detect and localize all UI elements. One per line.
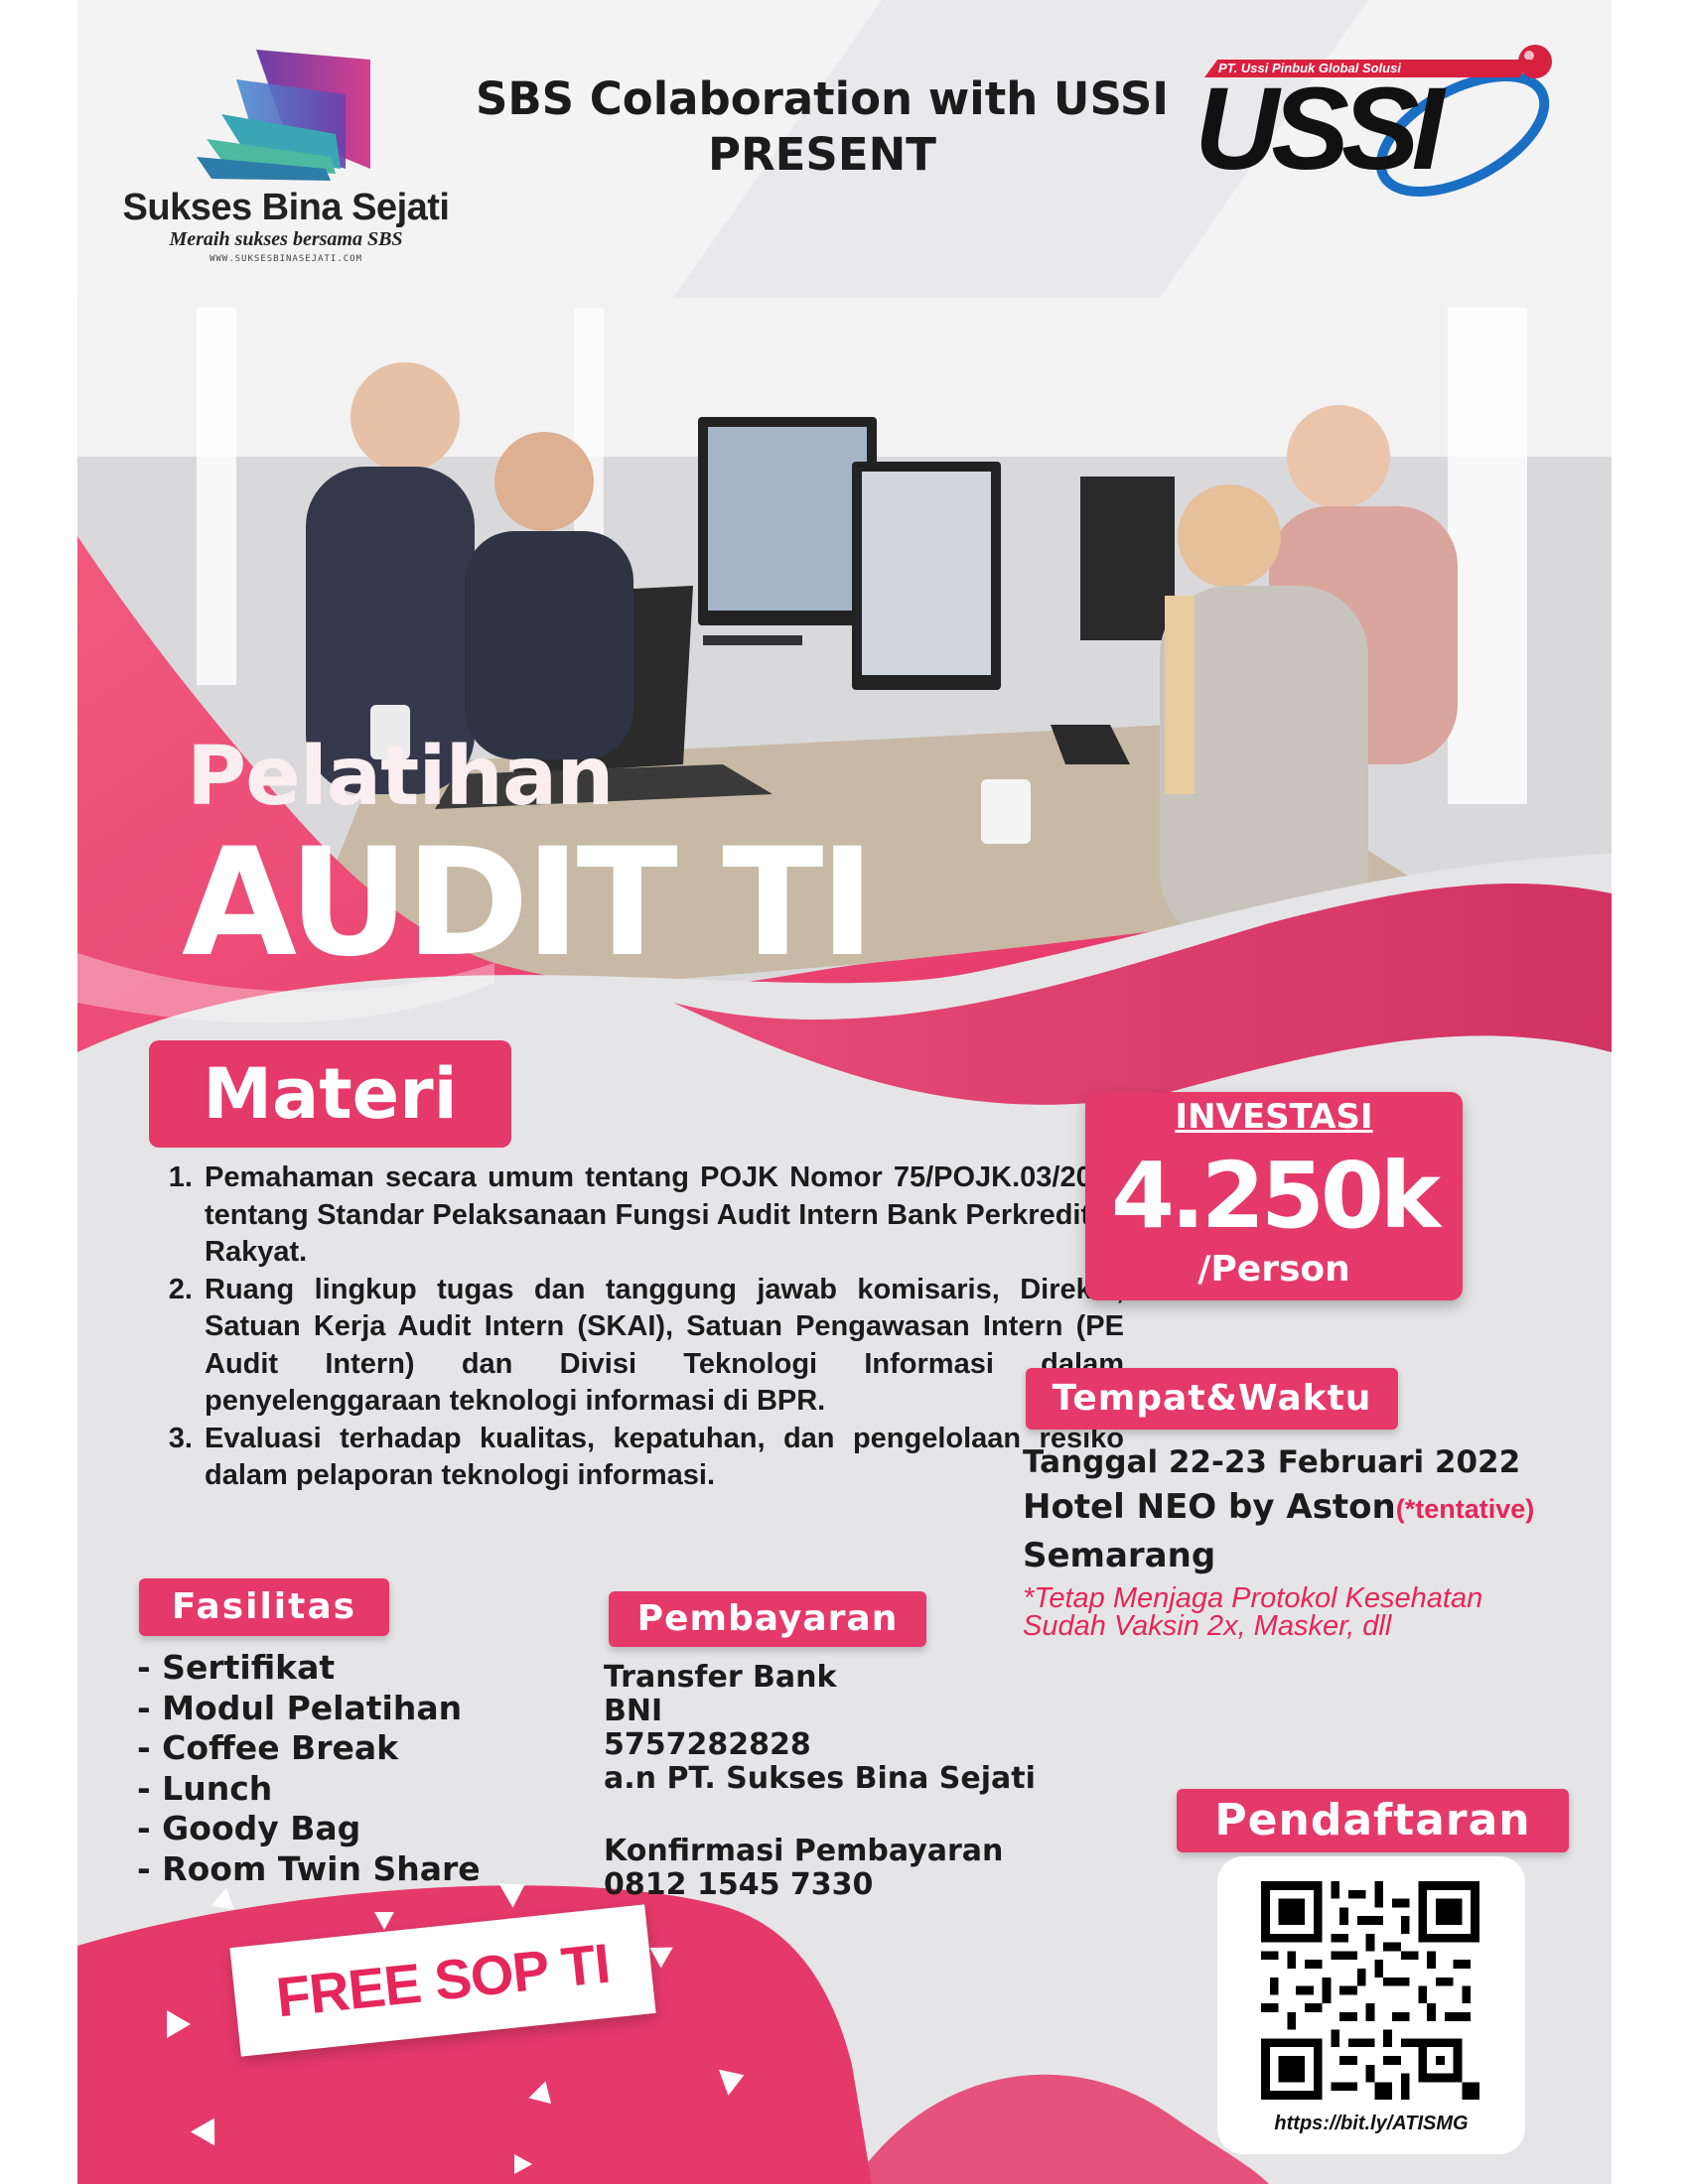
payment-confirm-label: Konfirmasi Pembayaran (604, 1834, 1004, 1868)
fasilitas-item: - Sertifikat (137, 1648, 336, 1687)
fasilitas-list: - Sertifikat - Modul Pelatihan - Coffee … (137, 1648, 481, 1889)
payment-info: Transfer Bank BNI 5757282828 a.n PT. Suk… (604, 1661, 1036, 1796)
fasilitas-item: - Lunch (137, 1768, 273, 1808)
investasi-label: INVESTASI (1175, 1097, 1373, 1137)
sbs-company-name: Sukses Bina Sejati (122, 187, 450, 228)
payment-method: Transfer Bank (604, 1660, 837, 1695)
investasi-unit: /Person (1197, 1249, 1350, 1290)
ussi-logo: USSI (1195, 64, 1444, 195)
poster: Sukses Bina Sejati Meraih sukses bersama… (77, 0, 1612, 2184)
fasilitas-item: - Goody Bag (137, 1809, 361, 1847)
health-note-line1: *Tetap Menjaga Protokol Kesehatan (1023, 1582, 1483, 1614)
sbs-website: WWW.SUKSESBINASEJATI.COM (209, 254, 363, 264)
pembayaran-heading: Pembayaran (609, 1591, 926, 1647)
fasilitas-item: - Room Twin Share (137, 1848, 481, 1888)
pendaftaran-heading: Pendaftaran (1177, 1789, 1569, 1852)
health-protocol-note: *Tetap Menjaga Protokol Kesehatan Sudah … (1023, 1582, 1579, 1642)
tempat-waktu-heading: Tempat&Waktu (1026, 1368, 1398, 1430)
fasilitas-heading: Fasilitas (139, 1578, 389, 1636)
header-title-line1: SBS Colaboration with USSI (475, 72, 1170, 125)
health-note-line2: Sudah Vaksin 2x, Masker, dll (1023, 1610, 1392, 1642)
materi-item: Pemahaman secara umum tentang POJK Nomor… (201, 1160, 1124, 1272)
materi-item: Ruang lingkup tugas dan tanggung jawab k… (201, 1272, 1124, 1421)
payment-bank: BNI (604, 1694, 663, 1728)
sbs-tagline: Meraih sukses bersama SBS (169, 228, 403, 250)
event-date: Tanggal 22-23 Februari 2022 (1023, 1444, 1521, 1480)
investasi-price: 4.250k (1110, 1143, 1441, 1249)
triangle-decor (374, 1912, 394, 1930)
materi-list: Pemahaman secara umum tentang POJK Nomor… (139, 1160, 1124, 1495)
payment-confirmation: Konfirmasi Pembayaran 0812 1545 7330 (604, 1835, 1003, 1902)
payment-holder: a.n PT. Sukses Bina Sejati (604, 1761, 1036, 1796)
event-venue: Hotel NEO by Aston(*tentative) (1023, 1487, 1534, 1527)
hero-title: AUDIT TI (182, 817, 875, 990)
triangle-decor (167, 2010, 191, 2038)
triangle-decor (514, 2154, 532, 2174)
header-title: SBS Colaboration with USSI PRESENT (405, 71, 1239, 183)
fasilitas-item: - Modul Pelatihan (137, 1688, 463, 1727)
registration-link[interactable]: https://bit.ly/ATISMG (1217, 2113, 1525, 2135)
payment-phone[interactable]: 0812 1545 7330 (604, 1868, 1003, 1902)
hero-subtitle: Pelatihan (187, 730, 615, 824)
materi-heading: Materi (203, 1053, 458, 1135)
event-city: Semarang (1023, 1536, 1216, 1575)
venue-name: Hotel NEO by Aston (1023, 1487, 1396, 1527)
payment-account: 5757282828 (604, 1727, 811, 1762)
materi-item: Evaluasi terhadap kualitas, kepatuhan, d… (201, 1421, 1124, 1495)
qr-code-icon[interactable] (1261, 1881, 1479, 2100)
header-title-line2: PRESENT (708, 128, 936, 181)
fasilitas-item: - Coffee Break (137, 1728, 399, 1767)
venue-tentative: (*tentative) (1395, 1494, 1535, 1524)
